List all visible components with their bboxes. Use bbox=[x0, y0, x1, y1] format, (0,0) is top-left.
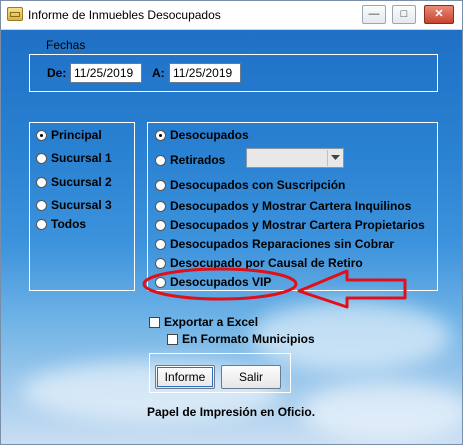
checkbox-box bbox=[149, 316, 160, 328]
maximize-button[interactable]: □ bbox=[392, 5, 416, 24]
radio-label: Desocupados y Mostrar Cartera Propietari… bbox=[170, 218, 425, 232]
close-icon: ✕ bbox=[434, 8, 444, 20]
radio-label: Sucursal 1 bbox=[51, 151, 112, 165]
radio-label: Principal bbox=[51, 128, 102, 142]
window-title: Informe de Inmuebles Desocupados bbox=[28, 8, 221, 22]
radio-button bbox=[155, 129, 166, 141]
radio-label: Desocupados bbox=[170, 128, 249, 142]
radio-label: Desocupados con Suscripción bbox=[170, 178, 346, 192]
a-label: A: bbox=[152, 66, 165, 80]
dialog-window: Informe de Inmuebles Desocupados — □ ✕ F… bbox=[0, 0, 463, 445]
radio-button bbox=[36, 176, 47, 188]
de-label: De: bbox=[47, 66, 67, 80]
radio-cartera-inquilinos[interactable]: Desocupados y Mostrar Cartera Inquilinos bbox=[155, 198, 411, 214]
radio-sucursal-3[interactable]: Sucursal 3 bbox=[36, 197, 112, 213]
radio-desocupados[interactable]: Desocupados bbox=[155, 127, 249, 143]
radio-label: Desocupados VIP bbox=[170, 275, 272, 289]
radio-button bbox=[36, 152, 47, 164]
radio-label: Desocupados y Mostrar Cartera Inquilinos bbox=[170, 199, 412, 213]
radio-retirados[interactable]: Retirados bbox=[155, 152, 225, 168]
footer-note: Papel de Impresión en Oficio. bbox=[147, 405, 316, 419]
radio-label: Todos bbox=[51, 217, 87, 231]
radio-label: Sucursal 3 bbox=[51, 198, 112, 212]
maximize-icon: □ bbox=[400, 8, 408, 20]
radio-label: Sucursal 2 bbox=[51, 175, 112, 189]
radio-causal-retiro[interactable]: Desocupado por Causal de Retiro bbox=[155, 255, 363, 271]
close-button[interactable]: ✕ bbox=[424, 5, 454, 24]
radio-button bbox=[155, 154, 166, 166]
radio-sucursal-1[interactable]: Sucursal 1 bbox=[36, 150, 112, 166]
radio-button bbox=[155, 257, 166, 269]
radio-sucursal-2[interactable]: Sucursal 2 bbox=[36, 174, 112, 190]
radio-button bbox=[155, 238, 166, 250]
radio-label: Desocupados Reparaciones sin Cobrar bbox=[170, 237, 395, 251]
radio-cartera-propietarios[interactable]: Desocupados y Mostrar Cartera Propietari… bbox=[155, 217, 425, 233]
radio-button bbox=[155, 276, 166, 288]
a-date-field[interactable]: 11/25/2019 bbox=[169, 63, 241, 83]
radio-label: Retirados bbox=[170, 153, 226, 167]
radio-button bbox=[36, 218, 47, 230]
radio-label: Desocupado por Causal de Retiro bbox=[170, 256, 363, 270]
title-bar[interactable]: Informe de Inmuebles Desocupados — □ ✕ bbox=[1, 1, 462, 30]
radio-todos[interactable]: Todos bbox=[36, 216, 86, 232]
radio-button bbox=[36, 199, 47, 211]
checkbox-label: En Formato Municipios bbox=[182, 332, 315, 346]
radio-button bbox=[155, 200, 166, 212]
radio-desocupados-suscripcion[interactable]: Desocupados con Suscripción bbox=[155, 177, 345, 193]
minimize-button[interactable]: — bbox=[362, 5, 386, 24]
radio-reparaciones-sin-cobrar[interactable]: Desocupados Reparaciones sin Cobrar bbox=[155, 236, 394, 252]
formato-municipios-checkbox[interactable]: En Formato Municipios bbox=[167, 331, 315, 347]
chevron-down-icon[interactable] bbox=[327, 150, 342, 166]
export-excel-checkbox[interactable]: Exportar a Excel bbox=[149, 314, 258, 330]
radio-button bbox=[155, 179, 166, 191]
radio-button bbox=[155, 219, 166, 231]
checkbox-box bbox=[167, 333, 178, 345]
radio-principal[interactable]: Principal bbox=[36, 127, 102, 143]
salir-button[interactable]: Salir bbox=[221, 365, 281, 389]
app-icon bbox=[7, 7, 23, 21]
checkbox-label: Exportar a Excel bbox=[164, 315, 259, 329]
radio-button bbox=[36, 129, 47, 141]
de-date-field[interactable]: 11/25/2019 bbox=[70, 63, 142, 83]
cloud-decoration bbox=[301, 381, 462, 441]
fechas-label: Fechas bbox=[46, 38, 86, 52]
informe-button[interactable]: Informe bbox=[155, 365, 215, 389]
minimize-icon: — bbox=[368, 8, 380, 20]
retirados-combo[interactable] bbox=[246, 148, 344, 168]
radio-desocupados-vip[interactable]: Desocupados VIP bbox=[155, 274, 271, 290]
